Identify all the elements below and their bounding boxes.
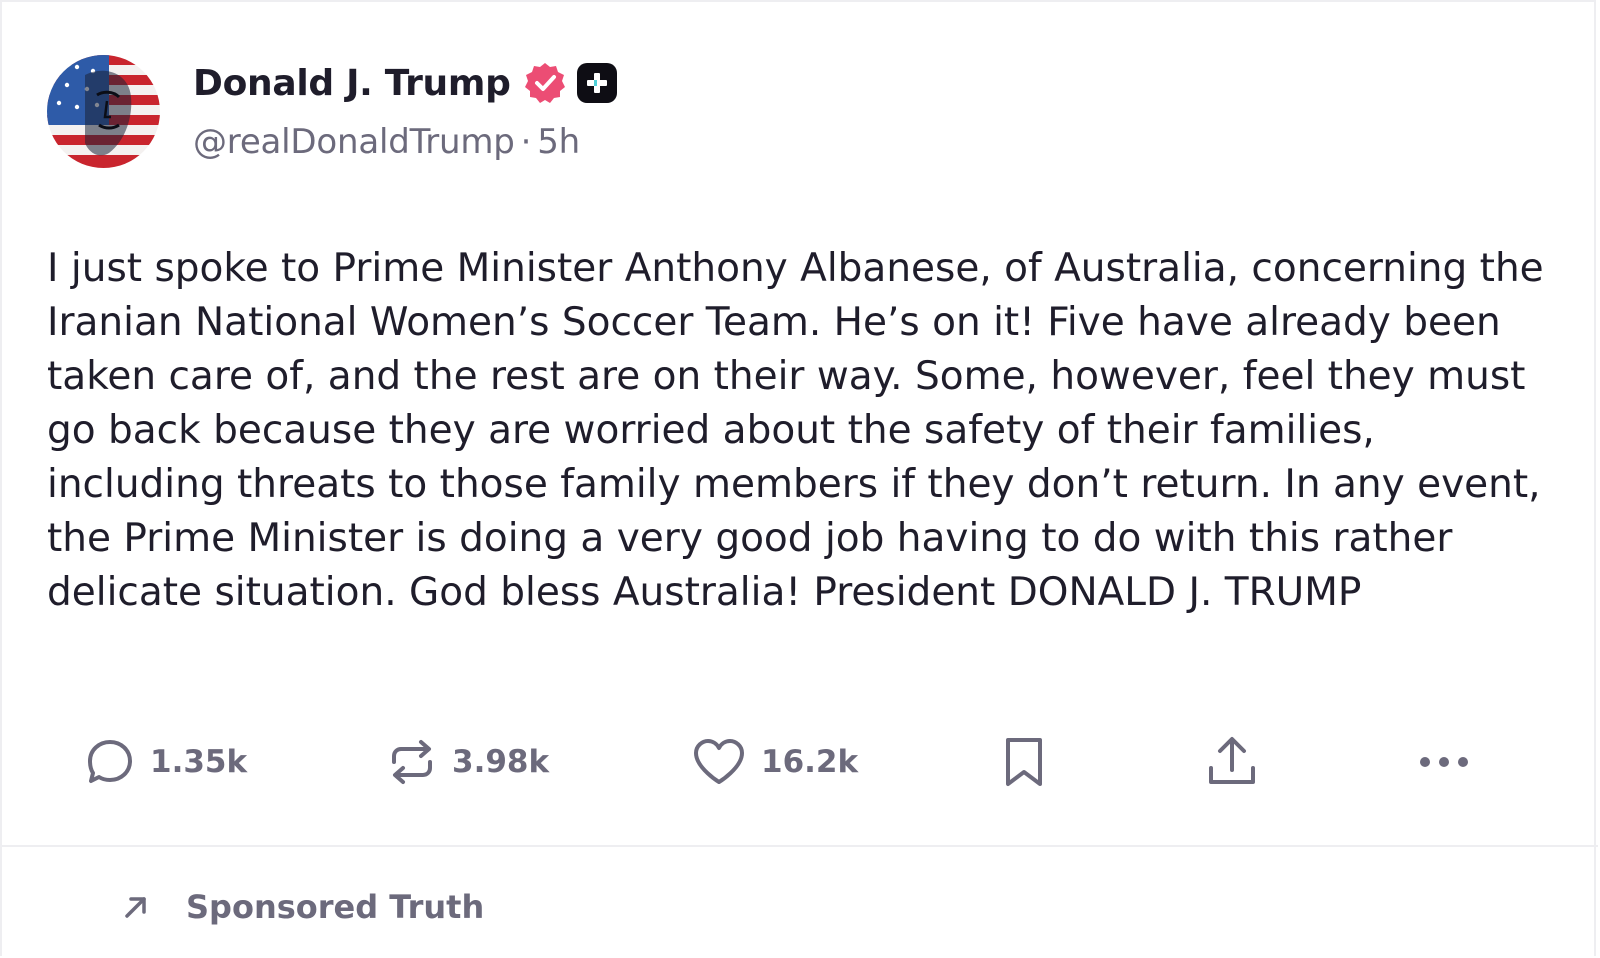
handle[interactable]: @realDonaldTrump <box>193 122 515 162</box>
timestamp[interactable]: 5h <box>537 122 580 162</box>
retruth-icon <box>392 740 432 784</box>
reply-icon <box>88 740 132 783</box>
like-button[interactable]: 16.2k <box>691 734 858 790</box>
like-count: 16.2k <box>761 744 859 780</box>
sponsored-label: Sponsored Truth <box>186 888 485 926</box>
truth-plus-badge-icon <box>576 63 617 103</box>
share-icon <box>1209 737 1255 784</box>
post-card: Donald J. Trump @realDonaldTrump · 5h I ju… <box>0 0 1598 956</box>
more-icon <box>1420 757 1468 767</box>
more-button[interactable] <box>1418 734 1470 790</box>
display-name[interactable]: Donald J. Trump <box>193 63 511 104</box>
post-text: I just spoke to Prime Minister Anthony A… <box>47 246 1544 615</box>
display-name-row: Donald J. Trump <box>193 58 617 108</box>
avatar[interactable] <box>47 55 160 168</box>
arrow-up-right-icon <box>125 897 146 918</box>
share-button[interactable] <box>1206 734 1258 790</box>
verified-badge-icon <box>523 61 567 105</box>
bookmark-icon <box>1006 738 1042 786</box>
bookmark-button[interactable] <box>1002 734 1046 790</box>
reply-button[interactable]: 1.35k <box>84 734 247 790</box>
reply-count: 1.35k <box>150 744 248 780</box>
retruth-count: 3.98k <box>452 744 550 780</box>
avatar-image <box>47 55 160 168</box>
action-bar: 1.35k 3.98k 16.2k <box>2 722 1598 802</box>
handle-row: @realDonaldTrump · 5h <box>193 122 580 162</box>
heart-icon <box>694 739 744 784</box>
divider <box>2 845 1598 847</box>
separator: · <box>520 122 532 162</box>
sponsored-truth-row[interactable]: Sponsored Truth <box>122 887 484 927</box>
retruth-button[interactable]: 3.98k <box>386 734 549 790</box>
